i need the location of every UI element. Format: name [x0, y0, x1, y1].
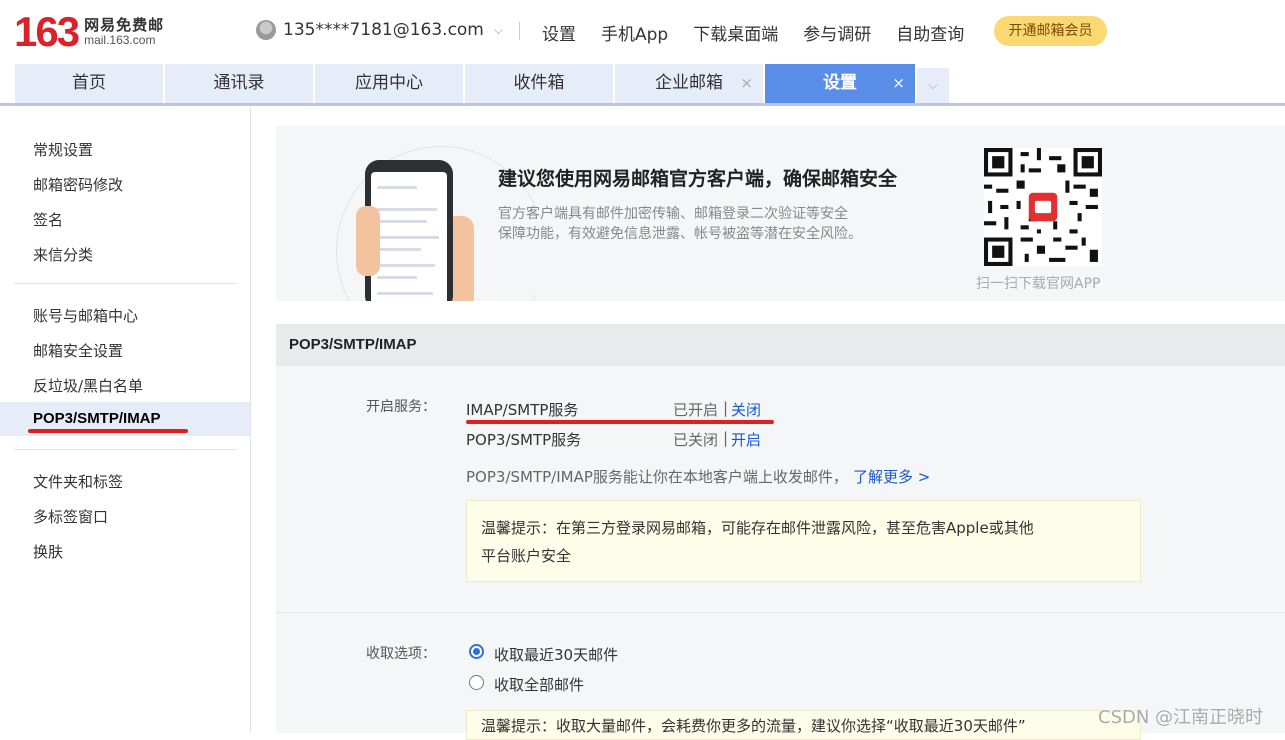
radio-recent-30[interactable] — [469, 644, 484, 659]
pop3-section: POP3/SMTP/IMAP 开启服务： IMAP/SMTP服务 已开启 | 关… — [276, 324, 1285, 740]
tab-home[interactable]: 首页 — [15, 64, 163, 103]
section-title: POP3/SMTP/IMAP — [289, 336, 417, 353]
tab-label: 应用中心 — [355, 73, 423, 93]
tab-label: 通讯录 — [213, 73, 265, 93]
radio-label[interactable]: 收取全部邮件 — [494, 674, 584, 695]
tab-settings[interactable]: 设置 × — [765, 64, 915, 103]
sidebar-item-security[interactable]: 邮箱安全设置 — [33, 340, 123, 361]
radio-all-mail[interactable] — [469, 675, 484, 690]
banner-desc: 官方客户端具有邮件加密传输、邮箱登录二次验证等安全 保障功能，有效避免信息泄露、… — [498, 204, 862, 244]
tab-bar: 首页 通讯录 应用中心 收件箱 企业邮箱 × 设置 × ⌵ — [0, 64, 1285, 106]
client-banner: 建议您使用网易邮箱官方客户端，确保邮箱安全 官方客户端具有邮件加密传输、邮箱登录… — [276, 126, 1285, 301]
nav-download-desktop[interactable]: 下载桌面端 — [693, 20, 778, 45]
red-underline — [466, 420, 774, 424]
sidebar-item-general[interactable]: 常规设置 — [33, 139, 93, 160]
pop3-service-name: POP3/SMTP服务 — [466, 431, 582, 449]
imap-close-link[interactable]: 关闭 — [731, 399, 761, 420]
qr-code-icon[interactable] — [984, 148, 1102, 266]
imap-service-name: IMAP/SMTP服务 — [466, 401, 579, 419]
sidebar-item-pop3[interactable]: POP3/SMTP/IMAP — [33, 410, 161, 427]
radio-label[interactable]: 收取最近30天邮件 — [494, 644, 618, 665]
sidebar-item-spam[interactable]: 反垃圾/黑白名单 — [33, 375, 143, 396]
logo-en: mail.163.com — [84, 32, 156, 47]
imap-separator: | — [723, 399, 729, 417]
service-label: 开启服务： — [366, 399, 436, 415]
account-email: 135****7181@163.com — [283, 20, 484, 40]
nav-self-service[interactable]: 自助查询 — [896, 20, 964, 45]
sidebar-divider — [14, 449, 237, 450]
vip-button[interactable]: 开通邮箱会员 — [994, 16, 1107, 46]
tip-line: 平台账户安全 — [481, 547, 572, 565]
section-header: POP3/SMTP/IMAP — [276, 324, 1285, 366]
sidebar-divider — [14, 283, 237, 284]
sidebar-item-multi-tab[interactable]: 多标签窗口 — [33, 506, 108, 527]
sidebar-item-password[interactable]: 邮箱密码修改 — [33, 174, 123, 195]
sidebar-item-mail-classify[interactable]: 来信分类 — [33, 244, 93, 265]
tab-label: 企业邮箱 — [655, 73, 723, 93]
sidebar-item-signature[interactable]: 签名 — [33, 209, 63, 230]
tab-enterprise-mail[interactable]: 企业邮箱 × — [615, 64, 763, 103]
tab-app-center[interactable]: 应用中心 — [315, 64, 463, 103]
warning-tip: 温馨提示：在第三方登录网易邮箱，可能存在邮件泄露风险，甚至危害Apple或其他 … — [466, 500, 1141, 582]
divider — [519, 22, 520, 40]
qr-caption: 扫一扫下载官网APP — [976, 276, 1101, 292]
top-nav: 设置 手机App 下载桌面端 参与调研 自助查询 — [542, 20, 989, 45]
header: 163 网易免费邮 mail.163.com 135****7181@163.c… — [0, 0, 1285, 62]
account-menu[interactable]: 135****7181@163.com ⌵ — [256, 20, 503, 40]
service-info: POP3/SMTP/IMAP服务能让你在本地客户端上收发邮件， — [466, 468, 848, 486]
imap-status: 已开启 — [673, 401, 719, 419]
chevron-down-icon: ⌵ — [493, 22, 503, 37]
tab-label: 首页 — [72, 73, 106, 93]
watermark: CSDN @江南正晓时 — [1098, 707, 1264, 728]
tab-label: 收件箱 — [513, 73, 565, 93]
tip-line: 温馨提示：在第三方登录网易邮箱，可能存在邮件泄露风险，甚至危害Apple或其他 — [481, 519, 1034, 537]
pop3-status: 已关闭 — [673, 431, 719, 449]
receive-label: 收取选项： — [366, 646, 436, 662]
sidebar-item-account-center[interactable]: 账号与邮箱中心 — [33, 305, 138, 326]
red-underline — [28, 429, 188, 433]
pop3-open-link[interactable]: 开启 — [731, 429, 761, 450]
avatar — [256, 20, 276, 40]
receive-tip: 温馨提示：收取大量邮件，会耗费你更多的流量，建议你选择“收取最近30天邮件” — [466, 710, 1141, 740]
sidebar-item-folders[interactable]: 文件夹和标签 — [33, 471, 123, 492]
divider — [276, 612, 1285, 613]
logo-cn: 网易免费邮 — [84, 16, 165, 35]
pop3-separator: | — [723, 429, 729, 447]
learn-more-link[interactable]: 了解更多 > — [853, 466, 930, 487]
banner-desc-line: 保障功能，有效避免信息泄露、帐号被盗等潜在安全风险。 — [498, 226, 862, 242]
logo-number: 163 — [14, 8, 80, 55]
tab-contacts[interactable]: 通讯录 — [165, 64, 313, 103]
tab-label: 设置 — [823, 73, 857, 93]
banner-title: 建议您使用网易邮箱官方客户端，确保邮箱安全 — [498, 168, 898, 190]
sidebar-item-skin[interactable]: 换肤 — [33, 541, 63, 562]
close-icon[interactable]: × — [740, 64, 753, 103]
nav-mobile-app[interactable]: 手机App — [601, 20, 668, 45]
settings-sidebar: 常规设置 邮箱密码修改 签名 来信分类 账号与邮箱中心 邮箱安全设置 反垃圾/黑… — [0, 106, 251, 733]
close-icon[interactable]: × — [892, 64, 905, 103]
logo[interactable]: 163 网易免费邮 mail.163.com — [14, 10, 164, 54]
tab-more-chevron-icon[interactable]: ⌵ — [917, 68, 949, 103]
nav-survey[interactable]: 参与调研 — [803, 20, 871, 45]
nav-settings[interactable]: 设置 — [542, 20, 576, 45]
tab-inbox[interactable]: 收件箱 — [465, 64, 613, 103]
banner-desc-line: 官方客户端具有邮件加密传输、邮箱登录二次验证等安全 — [498, 206, 848, 222]
